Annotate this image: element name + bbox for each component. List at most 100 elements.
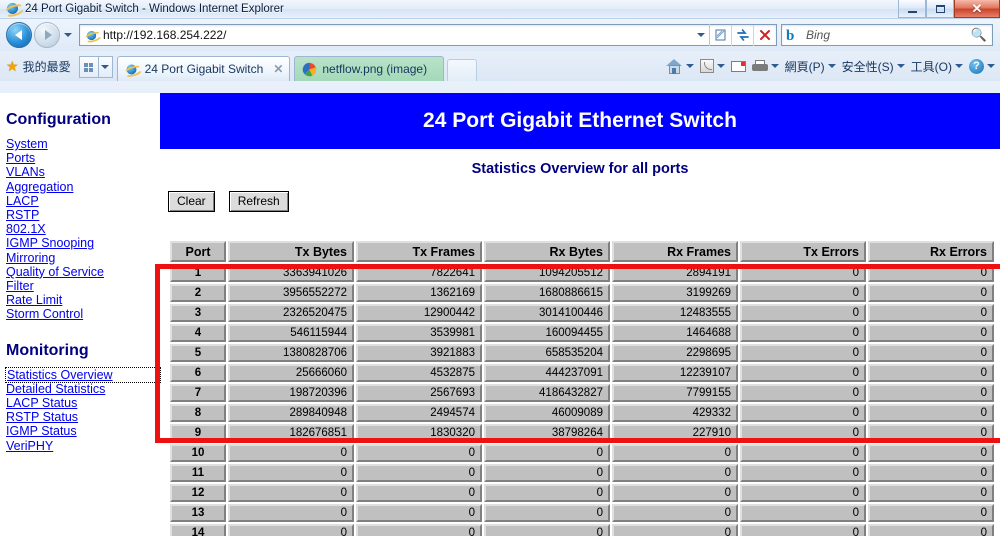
cell-rx-errors: 0 (868, 364, 994, 382)
cell-port: 10 (170, 444, 226, 462)
cell-port: 4 (170, 324, 226, 342)
cell-tx-frames: 0 (356, 524, 482, 536)
cell-port: 6 (170, 364, 226, 382)
sidebar-item-lacp-status[interactable]: LACP Status (6, 396, 160, 410)
back-button[interactable] (6, 22, 32, 48)
clear-button[interactable]: Clear (168, 191, 215, 212)
feeds-button[interactable] (697, 55, 728, 77)
home-button[interactable] (663, 55, 697, 77)
cell-tx-frames: 0 (356, 484, 482, 502)
cell-port: 7 (170, 384, 226, 402)
sidebar-item-rstp-status[interactable]: RSTP Status (6, 410, 160, 424)
tab-netflow-image[interactable]: netflow.png (image) (294, 56, 444, 81)
read-mail-button[interactable] (728, 55, 749, 77)
compatibility-view-button[interactable] (710, 25, 732, 46)
tab-label: 24 Port Gigabit Switch (145, 62, 264, 76)
refresh-button[interactable] (732, 25, 754, 46)
table-row: 1336394102678226411094205512289419100 (170, 264, 994, 282)
address-bar[interactable]: http://192.168.254.222/ (79, 24, 777, 46)
tab-close-icon[interactable]: ✕ (273, 62, 283, 76)
cell-port: 5 (170, 344, 226, 362)
cell-tx-frames: 4532875 (356, 364, 482, 382)
sidebar-item-aggregation[interactable]: Aggregation (6, 180, 160, 194)
cell-rx-frames: 0 (612, 484, 738, 502)
safety-menu-button[interactable]: 安全性(S) (839, 55, 908, 77)
cell-tx-bytes: 25666060 (228, 364, 354, 382)
chevron-down-icon (686, 64, 694, 68)
bing-logo-icon: b (786, 27, 802, 43)
tab-switch-page[interactable]: 24 Port Gigabit Switch ✕ (117, 56, 291, 81)
cell-rx-frames: 1464688 (612, 324, 738, 342)
address-dropdown-button[interactable] (693, 33, 709, 37)
cell-rx-frames: 0 (612, 444, 738, 462)
cell-rx-bytes: 3014100446 (484, 304, 610, 322)
sidebar-item-lacp[interactable]: LACP (6, 194, 160, 208)
sidebar-item-storm-control[interactable]: Storm Control (6, 307, 160, 321)
sidebar-item-8021x[interactable]: 802.1X (6, 222, 160, 236)
print-icon (752, 60, 768, 73)
tools-menu-button[interactable]: 工具(O) (908, 55, 966, 77)
sidebar-item-quality-of-service[interactable]: Quality of Service (6, 265, 160, 279)
sidebar-item-vlans[interactable]: VLANs (6, 165, 160, 179)
quick-tabs-button[interactable] (79, 56, 99, 78)
sidebar-item-mirroring[interactable]: Mirroring (6, 251, 160, 265)
sidebar-item-rstp[interactable]: RSTP (6, 208, 160, 222)
restore-button[interactable] (926, 0, 954, 18)
cell-rx-errors: 0 (868, 404, 994, 422)
cell-rx-errors: 0 (868, 324, 994, 342)
cell-tx-bytes: 0 (228, 524, 354, 536)
page-icon (82, 28, 100, 43)
search-box[interactable]: b Bing 🔍 (781, 24, 993, 46)
column-header-rx-frames: Rx Frames (612, 241, 738, 262)
cell-rx-frames: 429332 (612, 404, 738, 422)
navigation-bar: http://192.168.254.222/ b Bing 🔍 (0, 19, 1000, 51)
sidebar-item-system[interactable]: System (6, 137, 160, 151)
cell-tx-frames: 1362169 (356, 284, 482, 302)
compatibility-view-icon (714, 28, 728, 42)
close-button[interactable]: ✕ (954, 0, 1000, 18)
cell-rx-frames: 0 (612, 524, 738, 536)
image-file-icon (301, 61, 317, 77)
chevron-down-icon (64, 33, 72, 37)
help-menu-button[interactable]: ? (966, 55, 998, 77)
stop-button[interactable] (754, 25, 776, 46)
sidebar-item-ports[interactable]: Ports (6, 151, 160, 165)
table-row: 13000000 (170, 504, 994, 522)
statistics-table-container: Port Tx Bytes Tx Frames Rx Bytes Rx Fram… (168, 239, 996, 536)
new-tab-button[interactable] (447, 59, 477, 81)
table-row: 45461159443539981160094455146468800 (170, 324, 994, 342)
table-row: 11000000 (170, 464, 994, 482)
cell-rx-frames: 0 (612, 464, 738, 482)
minimize-button[interactable] (898, 0, 926, 18)
sidebar-item-detailed-statistics[interactable]: Detailed Statistics (6, 382, 160, 396)
title-bar: 24 Port Gigabit Switch - Windows Interne… (0, 0, 1000, 19)
sidebar-item-igmp-snooping[interactable]: IGMP Snooping (6, 236, 160, 250)
search-icon[interactable]: 🔍 (971, 27, 987, 43)
favorites-button[interactable]: ★ 我的最愛 (4, 54, 77, 78)
print-button[interactable] (749, 55, 782, 77)
sidebar-item-filter[interactable]: Filter (6, 279, 160, 293)
cell-tx-frames: 3921883 (356, 344, 482, 362)
cell-port: 14 (170, 524, 226, 536)
cell-port: 2 (170, 284, 226, 302)
command-bar: 網頁(P) 安全性(S) 工具(O) ? (663, 51, 1000, 81)
sidebar-item-statistics-overview[interactable]: Statistics Overview (6, 368, 160, 382)
ie-app-icon (5, 1, 21, 17)
sidebar-item-rate-limit[interactable]: Rate Limit (6, 293, 160, 307)
search-input[interactable]: Bing (806, 28, 830, 42)
sidebar-item-igmp-status[interactable]: IGMP Status (6, 424, 160, 438)
column-header-tx-bytes: Tx Bytes (228, 241, 354, 262)
sidebar-item-veriphy[interactable]: VeriPHY (6, 439, 160, 453)
page-menu-button[interactable]: 網頁(P) (782, 55, 839, 77)
recent-pages-button[interactable] (60, 22, 75, 48)
refresh-stats-button[interactable]: Refresh (229, 191, 289, 212)
quick-tabs-icon (84, 63, 93, 72)
tab-list-dropdown-button[interactable] (99, 56, 113, 78)
mail-icon (731, 61, 746, 72)
address-input[interactable]: http://192.168.254.222/ (103, 28, 226, 42)
cell-rx-errors: 0 (868, 384, 994, 402)
cell-tx-errors: 0 (740, 324, 866, 342)
sidebar-heading-configuration: Configuration (6, 111, 160, 129)
cell-tx-errors: 0 (740, 304, 866, 322)
forward-button[interactable] (34, 22, 60, 48)
